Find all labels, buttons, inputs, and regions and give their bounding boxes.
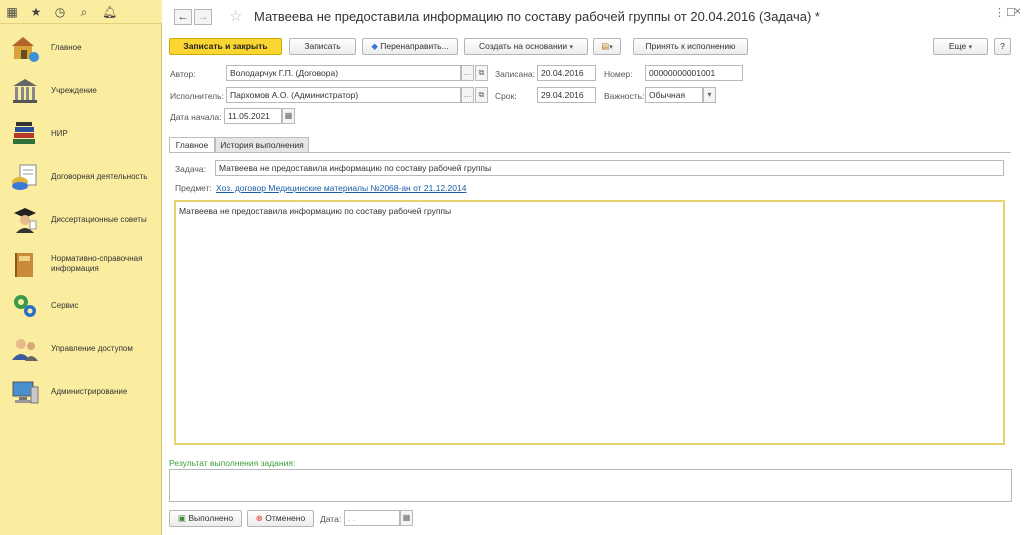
recorded-label: Записана: [495,69,535,79]
subject-label: Предмет: [175,183,212,193]
home-icon [12,37,39,62]
author-select-button[interactable]: … [461,65,474,81]
date-field[interactable]: . . [344,510,400,526]
history-icon[interactable]: ◷ [54,6,66,18]
page-title: Матвеева не предоставила информацию по с… [254,9,820,24]
sidebar-item-service[interactable]: Сервис [0,290,162,322]
forward-button[interactable]: → [194,9,212,25]
sidebar-item-label: Учреждение [51,86,97,95]
search-icon[interactable]: ⌕ [78,6,90,18]
start-date-field[interactable]: 11.05.2021 [224,108,282,124]
sidebar-item-label: Главное [51,43,82,52]
cancelled-label: Отменено [265,513,306,523]
more-button[interactable]: Еще ▾ [933,38,988,55]
sidebar-item-dissertation[interactable]: Диссертационные советы [0,204,162,236]
print-dropdown-button[interactable]: ▤▾ [593,38,621,55]
redirect-icon: ◆ [371,41,378,51]
recorded-date-field[interactable]: 20.04.2016 [537,65,596,81]
cancel-circle-icon: ⊗ [255,513,263,523]
service-gears-icon [14,295,36,317]
redirect-label: Перенаправить... [380,41,449,51]
institution-icon [13,79,37,103]
executor-field[interactable]: Пархомов А.О. (Администратор) [226,87,461,103]
subject-link[interactable]: Хоз. договор Медицинские материалы №2068… [216,183,466,193]
start-date-label: Дата начала: [170,112,222,122]
description-textarea[interactable]: Матвеева не предоставила информацию по с… [174,200,1005,445]
bell-icon[interactable]: 🔔︎ [102,6,117,18]
author-open-icon[interactable]: ⧉ [475,65,488,81]
task-label: Задача: [175,164,206,174]
star-icon[interactable]: ★ [30,6,42,18]
chevron-down-icon: ▾ [569,44,574,51]
graduate-icon [14,208,37,233]
done-button[interactable]: ▣ Выполнено [169,510,242,527]
sidebar-item-label: Договорная деятельность [51,172,148,181]
executor-label: Исполнитель: [170,91,224,101]
calendar-icon[interactable]: ▦ [282,108,295,124]
create-based-on-label: Создать на основании [478,41,568,51]
sidebar-item-main[interactable]: Главное [0,32,162,64]
executor-open-icon[interactable]: ⧉ [475,87,488,103]
sidebar-item-label: Диссертационные советы [51,215,147,224]
sidebar-item-label: Нормативно-справочная информация [51,254,143,273]
tab-main[interactable]: Главное [169,137,215,153]
close-icon[interactable]: × [1014,4,1021,18]
back-button[interactable]: ← [174,9,192,25]
result-label: Результат выполнения задания: [169,458,296,468]
done-icon: ▣ [177,513,186,523]
books-icon [13,122,35,144]
chevron-down-icon[interactable]: ▾ [703,87,716,103]
sidebar-item-institution[interactable]: Учреждение [0,75,162,107]
chevron-down-icon: ▾ [968,44,973,51]
tab-divider [169,152,1011,153]
done-label: Выполнено [188,513,234,523]
author-label: Автор: [170,69,196,79]
sidebar-item-label: Управление доступом [51,344,133,353]
sidebar-item-nir[interactable]: НИР [0,118,162,150]
result-textarea[interactable] [169,469,1012,502]
redirect-button[interactable]: ◆ Перенаправить... [362,38,458,55]
accept-for-execution-button[interactable]: Принять к исполнению [633,38,748,55]
deadline-field[interactable]: 29.04.2016 [537,87,596,103]
sidebar-item-label: Администрирование [51,387,128,396]
more-label: Еще [948,41,967,51]
apps-grid-icon[interactable]: ▦ [6,6,18,18]
sidebar-item-admin[interactable]: Администрирование [0,376,162,408]
help-button[interactable]: ? [994,38,1011,55]
sidebar-item-reference[interactable]: Нормативно-справочная информация [0,247,162,283]
deadline-label: Срок: [495,91,517,101]
sidebar-item-label: НИР [51,129,68,138]
more-options-icon[interactable]: ⋮ [994,6,1005,19]
task-field[interactable]: Матвеева не предоставила информацию по с… [215,160,1004,176]
reference-book-icon [15,253,33,277]
save-button[interactable]: Записать [289,38,356,55]
chevron-down-icon: ▾ [609,44,613,51]
create-based-on-button[interactable]: Создать на основании ▾ [464,38,588,55]
admin-computer-icon [12,381,39,404]
favorite-star-icon[interactable]: ☆ [229,7,242,25]
sidebar: Главное Учреждение НИР Договорная деятел… [0,24,162,535]
tab-history[interactable]: История выполнения [215,137,309,153]
importance-label: Важность: [604,91,645,101]
sidebar-item-contracts[interactable]: Договорная деятельность [0,161,162,193]
cancelled-button[interactable]: ⊗ Отменено [247,510,314,527]
sidebar-item-access[interactable]: Управление доступом [0,333,162,365]
author-field[interactable]: Володарчук Г.П. (Договора) [226,65,461,81]
calendar-icon[interactable]: ▦ [400,510,413,526]
number-label: Номер: [604,69,633,79]
save-and-close-button[interactable]: Записать и закрыть [169,38,282,55]
form-header: ← → ☆ Матвеева не предоставила информаци… [163,0,1024,34]
sidebar-item-label: Сервис [51,301,79,310]
contracts-icon [12,164,37,190]
top-icon-bar: ▦ ★ ◷ ⌕ 🔔︎ [0,0,162,24]
executor-select-button[interactable]: … [461,87,474,103]
date-label: Дата: [320,514,342,524]
number-field[interactable]: 00000000001001 [645,65,743,81]
importance-select[interactable]: Обычная [645,87,703,103]
users-icon [12,339,38,361]
